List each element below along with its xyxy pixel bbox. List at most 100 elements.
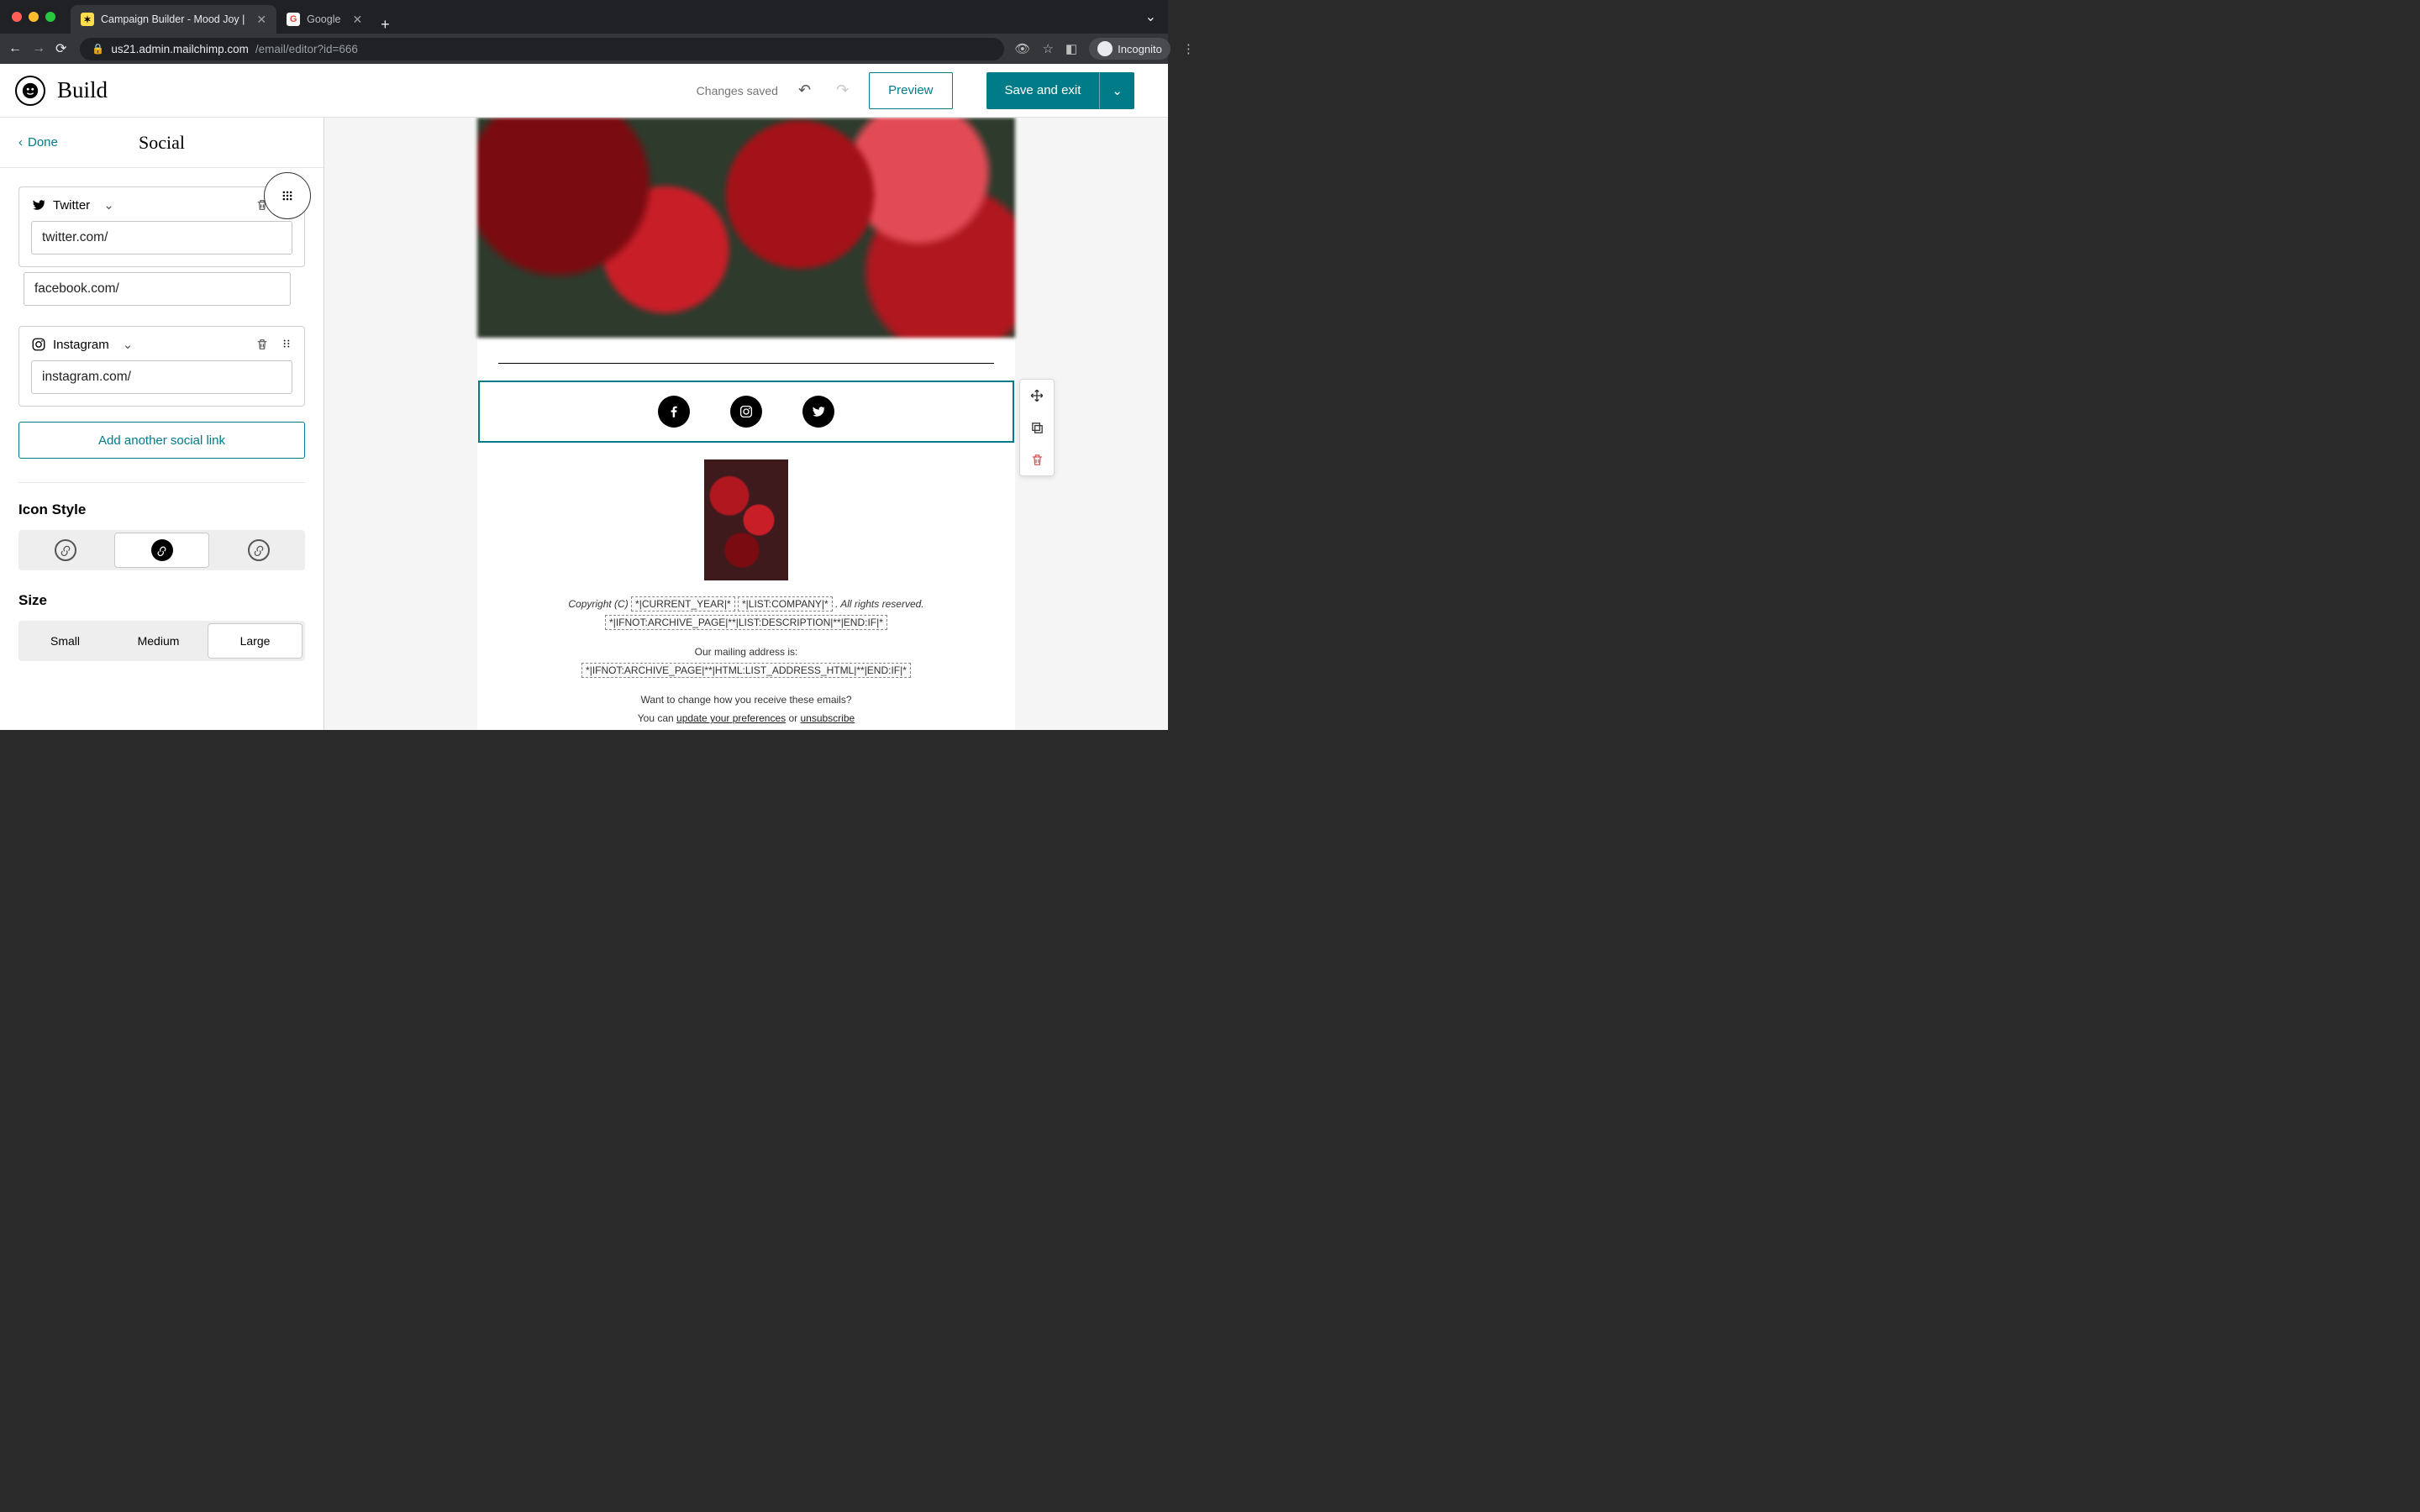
social-icon-instagram[interactable] — [730, 396, 762, 428]
chevron-down-icon: ⌄ — [123, 337, 134, 352]
update-preferences-link[interactable]: update your preferences — [676, 712, 786, 724]
url-host: us21.admin.mailchimp.com — [111, 43, 249, 55]
size-option-small[interactable]: Small — [18, 621, 112, 661]
merge-tag-year: *|CURRENT_YEAR|* — [631, 596, 735, 612]
add-social-link-button[interactable]: Add another social link — [18, 422, 305, 459]
social-follow-block[interactable] — [478, 381, 1014, 443]
drag-dots-icon — [281, 338, 292, 349]
delete-card-button[interactable] — [255, 338, 269, 351]
size-medium-label: Medium — [138, 634, 180, 648]
done-button[interactable]: ‹ Done — [18, 135, 58, 150]
done-label: Done — [28, 135, 58, 150]
social-card-instagram: Instagram ⌄ — [18, 326, 305, 407]
drag-handle[interactable] — [281, 338, 292, 351]
link-circle-icon — [248, 539, 270, 561]
profile-chip[interactable]: Incognito — [1089, 38, 1171, 60]
reload-button[interactable]: ⟳ — [55, 40, 66, 57]
new-tab-button[interactable]: + — [372, 16, 398, 34]
fullscreen-window-button[interactable] — [45, 12, 55, 22]
instagram-icon — [739, 404, 754, 419]
close-window-button[interactable] — [12, 12, 22, 22]
size-option-large[interactable]: Large — [208, 623, 302, 659]
save-dropdown-button[interactable]: ⌄ — [1099, 72, 1134, 109]
platform-selector[interactable]: Twitter ⌄ — [31, 197, 114, 213]
trash-icon — [1030, 453, 1044, 467]
footer-image[interactable] — [704, 459, 788, 580]
email-canvas[interactable]: Copyright (C) *|CURRENT_YEAR|* *|LIST:CO… — [324, 118, 1168, 730]
drag-cursor-indicator[interactable] — [264, 172, 311, 219]
undo-button[interactable]: ↶ — [793, 81, 816, 99]
tab-title: Google — [307, 13, 340, 25]
tab-close-icon[interactable]: ✕ — [352, 13, 362, 27]
icon-style-segmented — [18, 530, 305, 570]
sidebar-header: ‹ Done Social — [0, 118, 324, 168]
chevron-down-icon: ⌄ — [103, 197, 114, 213]
trash-icon — [255, 338, 269, 351]
mailchimp-logo[interactable] — [15, 76, 45, 106]
icon-style-option-outline[interactable] — [18, 530, 112, 570]
merge-tag-archive-desc: *|IFNOT:ARCHIVE_PAGE|**|LIST:DESCRIPTION… — [605, 615, 887, 630]
merge-tag-archive-addr: *|IFNOT:ARCHIVE_PAGE|**|HTML:LIST_ADDRES… — [581, 663, 911, 678]
back-button[interactable]: ← — [8, 41, 22, 56]
move-icon — [1029, 388, 1044, 403]
save-status: Changes saved — [697, 84, 778, 97]
link-filled-icon — [151, 539, 173, 561]
social-card-twitter: Twitter ⌄ — [18, 186, 305, 267]
browser-tab-active[interactable]: ✶ Campaign Builder - Mood Joy | ✕ — [71, 5, 276, 34]
lock-icon: 🔒 — [92, 43, 104, 55]
tab-title: Campaign Builder - Mood Joy | — [101, 13, 245, 25]
platform-label: Twitter — [53, 198, 90, 213]
save-button-group: Save and exit ⌄ — [968, 72, 1153, 109]
app-header: Build Changes saved ↶ ↷ Preview Save and… — [0, 64, 1168, 118]
social-icon-twitter[interactable] — [802, 396, 834, 428]
platform-selector[interactable]: Instagram ⌄ — [31, 337, 133, 352]
window-caret-icon[interactable]: ⌄ — [1145, 8, 1168, 25]
size-segmented: Small Medium Large — [18, 621, 305, 661]
duplicate-block-button[interactable] — [1020, 412, 1054, 444]
browser-tab[interactable]: G Google ✕ — [276, 5, 372, 34]
editor-sidebar: ‹ Done Social Twitter ⌄ — [0, 118, 324, 730]
forward-button[interactable]: → — [32, 41, 45, 56]
delete-block-button[interactable] — [1020, 444, 1054, 475]
window-titlebar: ✶ Campaign Builder - Mood Joy | ✕ G Goog… — [0, 0, 1168, 34]
social-url-input[interactable] — [31, 221, 292, 255]
twitter-icon — [811, 404, 826, 419]
update-pref-label: update your preferences — [676, 712, 786, 724]
icon-style-option-filled[interactable] — [114, 533, 209, 568]
instagram-icon — [31, 337, 46, 352]
favicon-google: G — [287, 13, 300, 26]
eye-off-icon[interactable]: 👁 — [1014, 41, 1030, 56]
move-block-button[interactable] — [1020, 380, 1054, 412]
preview-button[interactable]: Preview — [869, 72, 952, 109]
hero-image[interactable] — [477, 118, 1015, 338]
unsubscribe-link[interactable]: unsubscribe — [800, 712, 855, 724]
copyright-suffix: . All rights reserved. — [835, 598, 924, 610]
change-emails-question: Want to change how you receive these ema… — [568, 691, 923, 710]
kebab-menu-icon[interactable]: ⋮ — [1182, 41, 1195, 56]
tab-close-icon[interactable]: ✕ — [256, 13, 266, 27]
save-and-exit-button[interactable]: Save and exit — [986, 72, 1100, 109]
block-toolbar — [1019, 379, 1055, 476]
icon-style-option-circle[interactable] — [212, 530, 305, 570]
size-small-label: Small — [50, 634, 80, 648]
extensions-icon[interactable]: ◧ — [1065, 41, 1077, 56]
add-social-label: Add another social link — [98, 433, 225, 448]
minimize-window-button[interactable] — [29, 12, 39, 22]
social-url-input-facebook[interactable] — [24, 272, 291, 306]
icon-style-label: Icon Style — [18, 501, 305, 518]
copyright-prefix: Copyright (C) — [568, 598, 631, 610]
social-url-input[interactable] — [31, 360, 292, 394]
grab-icon — [279, 187, 296, 204]
bookmark-star-icon[interactable]: ☆ — [1042, 41, 1053, 56]
you-can-text: You can — [638, 712, 676, 724]
url-path: /email/editor?id=666 — [255, 43, 358, 55]
footer-text-block[interactable]: Copyright (C) *|CURRENT_YEAR|* *|LIST:CO… — [568, 596, 923, 728]
address-bar: ← → ⟳ 🔒 us21.admin.mailchimp.com/email/e… — [0, 34, 1168, 64]
size-option-medium[interactable]: Medium — [112, 621, 205, 661]
favicon-mailchimp: ✶ — [81, 13, 94, 26]
url-field[interactable]: 🔒 us21.admin.mailchimp.com/email/editor?… — [80, 38, 1004, 60]
redo-button[interactable]: ↷ — [831, 81, 854, 99]
monkey-icon — [21, 81, 39, 100]
social-icon-facebook[interactable] — [658, 396, 690, 428]
divider-block[interactable] — [498, 363, 994, 364]
